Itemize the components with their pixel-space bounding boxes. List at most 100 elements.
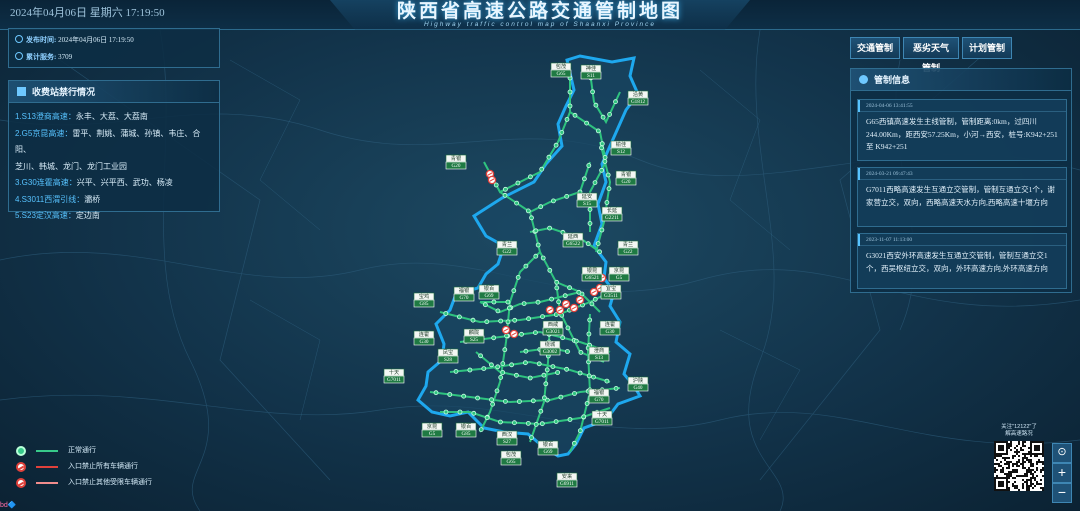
road-node xyxy=(595,128,601,134)
road-node xyxy=(506,305,512,311)
toll-station-panel: 收费站禁行情况 1.S13澄商高速：永丰、大荔、大荔南 2.G5京昆高速：雷平、… xyxy=(8,80,220,220)
no-entry-icon[interactable] xyxy=(501,325,511,335)
road-node xyxy=(457,409,463,415)
highway-plate[interactable]: 绕城G3002 xyxy=(539,340,561,356)
road-node xyxy=(529,215,534,221)
highway-plate[interactable]: 十天G7011 xyxy=(591,410,613,426)
highway-plate[interactable]: 长延G2211 xyxy=(601,206,623,222)
road-node xyxy=(586,163,592,168)
road-node xyxy=(478,353,483,359)
locate-button[interactable]: ⊙ xyxy=(1052,443,1072,463)
road-node xyxy=(500,370,506,375)
plate-name: 包茂 xyxy=(556,62,566,70)
plate-code: G5 xyxy=(616,275,623,281)
plate-name: 神佳 xyxy=(586,64,596,72)
highway-plate[interactable]: 西咸G3021 xyxy=(542,320,564,336)
control-item[interactable]: 2023-11-07 11:13:00 G3021西安外环高速发生互通立交管制，… xyxy=(857,233,1067,289)
highway-plate[interactable]: 银百G85 xyxy=(455,422,477,438)
road-node xyxy=(533,253,539,259)
no-entry-icon[interactable] xyxy=(487,175,497,185)
toll-item: 1.S13澄商高速：永丰、大荔、大荔南 xyxy=(15,109,213,126)
highway-plate[interactable]: 西汉S27 xyxy=(496,430,518,446)
no-entry-icon[interactable] xyxy=(509,329,519,339)
plate-code: G22 xyxy=(624,249,633,255)
highway-plate[interactable]: 包茂G65 xyxy=(500,450,522,466)
road-node xyxy=(467,367,473,373)
highway-plate[interactable]: 十天G7011 xyxy=(383,368,405,384)
road-node xyxy=(578,349,584,355)
no-entry-icon[interactable] xyxy=(575,295,585,305)
no-entry-icon[interactable] xyxy=(545,305,555,315)
plate-code: G6522 xyxy=(566,241,581,247)
plate-code: G6911 xyxy=(560,481,574,487)
highway-plate[interactable]: 福银G70 xyxy=(453,286,475,302)
highway-plate[interactable]: 延西G6522 xyxy=(562,232,584,248)
highway-plate[interactable]: 沿黄G1812 xyxy=(627,90,649,106)
plate-name: 包茂 xyxy=(506,450,516,458)
highway-plate[interactable]: 神佳S11 xyxy=(580,64,602,80)
road-node xyxy=(584,401,590,406)
highway-plate[interactable]: 青银G20 xyxy=(445,154,467,170)
highway-plate[interactable]: 青兰G22 xyxy=(496,240,518,256)
highway-plate[interactable]: 银百G69 xyxy=(478,284,500,300)
toll-list: 1.S13澄商高速：永丰、大荔、大荔南 2.G5京昆高速：雷平、荆姚、蒲城、孙镇… xyxy=(9,103,219,225)
shaanxi-road-map[interactable]: 包茂G65 神佳S11 沿黄G1812 榆佳S12 青银G20 青银G20 延安S15长延G… xyxy=(380,52,670,492)
road-node xyxy=(550,198,556,204)
plate-name: 榆佳 xyxy=(616,140,626,148)
no-entry-icon[interactable] xyxy=(569,303,579,313)
highway-plate[interactable]: 麟陇S25 xyxy=(463,328,485,344)
highway-plate[interactable]: 包茂G65 xyxy=(550,62,572,78)
road-node xyxy=(515,180,521,186)
plate-code: G7011 xyxy=(595,419,609,425)
highway-plate[interactable]: 京昆G5 xyxy=(608,266,630,282)
highway-plate[interactable]: 榆佳S12 xyxy=(610,140,632,156)
tab-weather-control[interactable]: 恶劣天气管制 xyxy=(903,37,959,73)
no-entry-icon[interactable] xyxy=(561,299,571,309)
highway-plate[interactable]: 澄商S13 xyxy=(588,346,610,362)
no-entry-icon[interactable] xyxy=(589,287,599,297)
publish-time-value: 2024年04月06日 17:19:50 xyxy=(58,36,134,44)
highway-plate[interactable]: 安来G6911 xyxy=(556,472,578,488)
card-accent xyxy=(858,100,860,112)
legend-line xyxy=(36,482,58,484)
highway-plate[interactable]: 延安S15 xyxy=(576,192,598,208)
control-item[interactable]: 2024-04-06 13:41:55 G65西镇高速发生主线管制，管制距离:0… xyxy=(857,99,1067,161)
toll-stations: 灞桥 xyxy=(84,194,101,204)
highway-plate[interactable]: 凤宝S28 xyxy=(437,348,459,364)
highway-plate[interactable]: 宝鸡G85 xyxy=(413,292,435,308)
control-item[interactable]: 2024-03-21 09:47:43 G7011西略高速发生互通立交管制，管制… xyxy=(857,167,1067,227)
road-node xyxy=(530,398,536,404)
road-node xyxy=(550,364,556,370)
highway-plate[interactable]: 青兰G22 xyxy=(617,240,639,256)
tab-traffic-control[interactable]: 交通管制 xyxy=(850,37,900,59)
highway-plate[interactable]: 连霍G30 xyxy=(413,330,435,346)
road-node xyxy=(546,154,552,160)
road-node xyxy=(484,415,490,421)
road-node xyxy=(541,395,547,401)
road-node xyxy=(567,285,573,291)
road-node xyxy=(498,374,504,380)
highway-plate[interactable]: 连霍G30 xyxy=(599,320,621,336)
no-entry-icon[interactable] xyxy=(555,305,565,315)
highway-plate[interactable]: 银百G69 xyxy=(537,440,559,456)
road-node xyxy=(491,299,497,305)
highway-plate[interactable]: 京昆G5 xyxy=(421,422,443,438)
road-node xyxy=(503,186,508,192)
highway-plate[interactable]: 青银G20 xyxy=(615,170,637,186)
plate-name: 宜宝 xyxy=(606,284,616,292)
tab-planned-control[interactable]: 计划管制 xyxy=(962,37,1012,59)
highway-plate[interactable]: 沪陕G40 xyxy=(627,376,649,392)
zoom-out-button[interactable]: − xyxy=(1052,483,1072,503)
plate-name: 绕城 xyxy=(545,340,556,348)
road-node xyxy=(527,375,533,381)
highway-plate[interactable]: 福银G70 xyxy=(588,388,610,404)
no-entry-icon xyxy=(16,478,26,488)
road-node xyxy=(502,192,508,198)
highway-plate[interactable]: 宜宝G3511 xyxy=(600,284,622,300)
zoom-in-button[interactable]: + xyxy=(1052,463,1072,483)
road-node xyxy=(503,398,508,404)
highway-plate[interactable]: 银昆G6521 xyxy=(581,266,603,282)
no-entry-icon xyxy=(16,462,26,472)
plate-name: 西咸 xyxy=(548,320,558,328)
road-node xyxy=(567,103,573,109)
